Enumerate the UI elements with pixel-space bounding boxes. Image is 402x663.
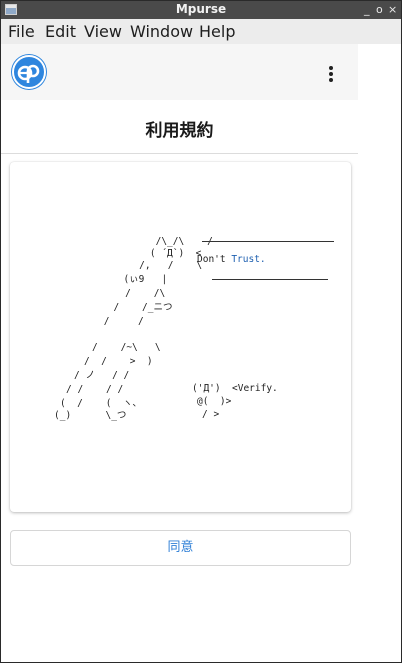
ascii-art-line: / ノ / / [74, 370, 130, 381]
restore-button[interactable]: o [376, 2, 383, 17]
ascii-art-line: (ぃ9 | [112, 274, 168, 285]
main-content: 利用規約 /\_/\ / ( ´Д`) < /, / \ (ぃ9 | / /\ … [1, 100, 358, 662]
terms-card: /\_/\ / ( ´Д`) < /, / \ (ぃ9 | / /\ / /_ニ… [10, 162, 351, 512]
small-figure-legs: / > [202, 409, 220, 420]
small-figure-face: ('Д') [192, 383, 221, 394]
right-gutter [358, 44, 401, 662]
ascii-art-line: / /~\ \ [92, 342, 161, 353]
close-button[interactable]: × [388, 2, 397, 17]
ascii-art-line: ( ´Д`) < [127, 248, 202, 259]
ascii-art-line: / /_ニつ [102, 302, 173, 313]
title-bar[interactable]: Mpurse _ o × [1, 1, 401, 19]
ascii-art-line: / / > ) [84, 356, 153, 367]
app-window: Mpurse _ o × File Edit View Window Help [0, 0, 402, 663]
menu-edit[interactable]: Edit [45, 22, 76, 41]
speech-bubble-bottom-rule [212, 279, 328, 280]
menu-view[interactable]: View [84, 22, 122, 41]
ascii-art-line: (_) \_つ [54, 410, 127, 421]
speech-verify: <Verify. [232, 383, 278, 394]
minimize-button[interactable]: _ [364, 2, 370, 17]
speech-dont-trust: Don't Trust. [197, 254, 266, 265]
agree-button[interactable]: 同意 [10, 530, 351, 566]
ascii-art-line: / / / / [66, 384, 124, 395]
page-title: 利用規約 [145, 121, 214, 141]
small-figure-body: @( )> [197, 396, 232, 407]
ascii-art-line: ( / ( ヽ、 [60, 398, 142, 409]
menu-window[interactable]: Window [130, 22, 193, 41]
app-header [1, 44, 358, 100]
menu-bar: File Edit View Window Help [1, 19, 401, 44]
mpurse-logo-icon[interactable] [11, 54, 47, 90]
ascii-art-line: / / [98, 316, 144, 327]
header-divider [1, 153, 358, 154]
ascii-art-line: / /\ [108, 288, 166, 299]
menu-help[interactable]: Help [199, 22, 235, 41]
speech-bubble-top-rule [202, 241, 334, 242]
kebab-menu-icon[interactable] [323, 62, 339, 84]
ascii-art-line: /, / \ [122, 260, 203, 271]
speech-dont-trust-text: Don't Trust. [197, 254, 266, 265]
ascii-art-line: /\_/\ / [127, 236, 213, 247]
window-title: Mpurse [175, 2, 227, 16]
menu-file[interactable]: File [8, 22, 35, 41]
